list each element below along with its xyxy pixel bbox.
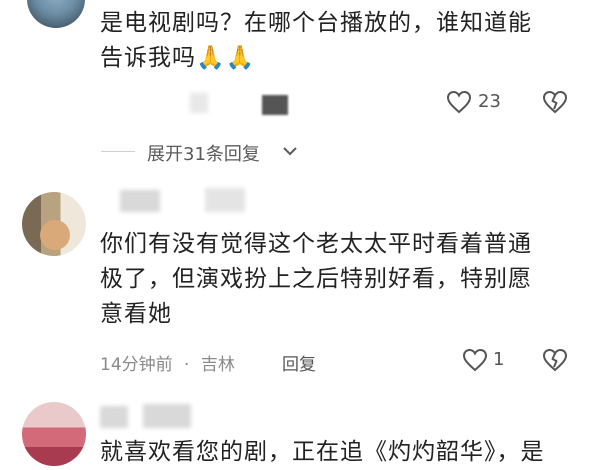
divider	[101, 151, 135, 152]
avatar[interactable]	[27, 0, 85, 28]
avatar[interactable]	[22, 402, 86, 466]
comment-line: 是电视剧吗？在哪个台播放的，谁知道能	[100, 10, 532, 36]
redacted-username	[120, 190, 160, 212]
broken-heart-icon[interactable]	[542, 348, 568, 372]
comment-text: 是电视剧吗？在哪个台播放的，谁知道能 告诉我吗🙏🙏	[100, 6, 532, 76]
heart-outline-icon[interactable]	[446, 90, 472, 114]
broken-heart-icon[interactable]	[542, 90, 568, 114]
meta-separator: ·	[184, 355, 190, 375]
comment-meta: 14分钟前 · 吉林	[100, 350, 235, 375]
comment-time: 14分钟前	[100, 355, 173, 375]
redacted-username	[205, 188, 245, 212]
like-count: 23	[478, 91, 501, 112]
comment-line-text: 告诉我吗	[100, 45, 196, 71]
like-count: 1	[493, 349, 505, 370]
comment-line: 极了，但演戏扮上之后特别好看，特别愿	[100, 266, 532, 292]
heart-outline-icon[interactable]	[462, 348, 488, 372]
redacted-image	[190, 93, 208, 113]
comment-location: 吉林	[200, 355, 235, 375]
avatar[interactable]	[22, 192, 86, 256]
chevron-down-icon[interactable]	[282, 144, 298, 158]
redacted-username	[143, 404, 191, 428]
comment-line: 意看她	[100, 301, 172, 327]
redacted-image	[262, 95, 288, 115]
reply-button[interactable]: 回复	[282, 350, 316, 375]
pray-emoji: 🙏🙏	[196, 45, 256, 71]
comment-line: 你们有没有觉得这个老太太平时看着普通	[100, 231, 532, 257]
expand-replies-label: 展开31条回复	[147, 144, 260, 165]
comment-text: 你们有没有觉得这个老太太平时看着普通 极了，但演戏扮上之后特别好看，特别愿 意看…	[100, 227, 532, 332]
comment-line: 告诉我吗🙏🙏	[100, 41, 532, 76]
redacted-username	[100, 406, 128, 428]
expand-replies-button[interactable]: 展开31条回复	[147, 140, 260, 166]
